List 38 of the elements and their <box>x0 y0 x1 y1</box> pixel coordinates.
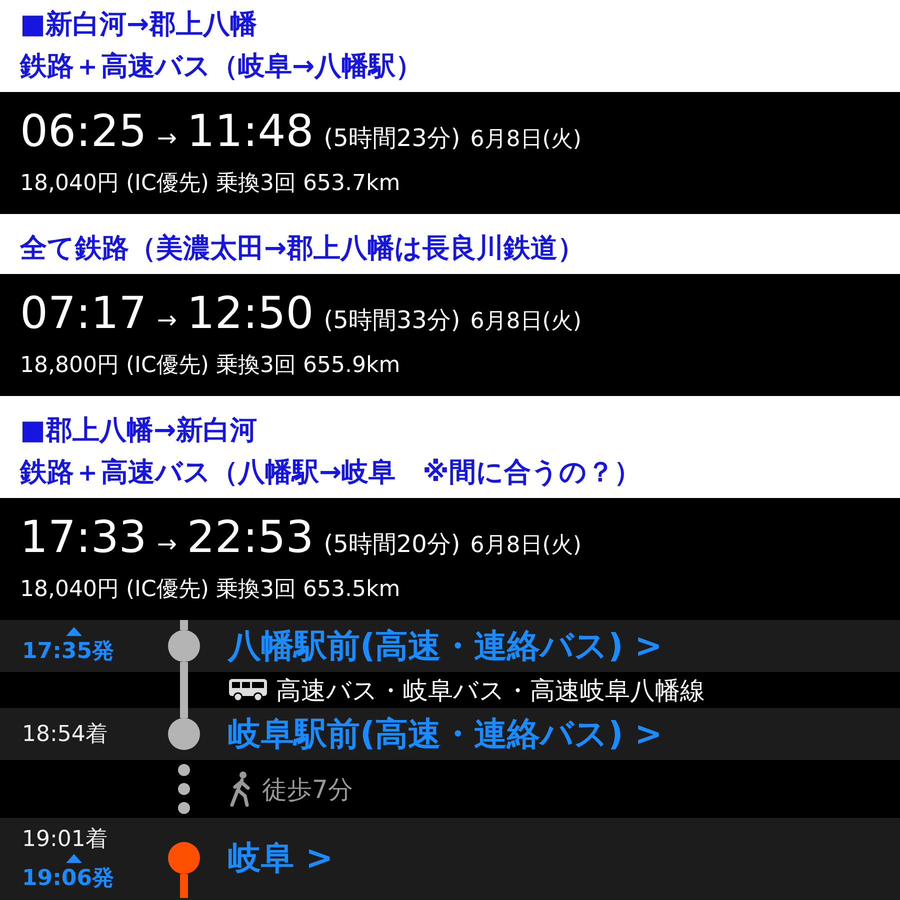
departure-time: 17:35発 <box>22 638 114 666</box>
departure-time: 19:06発 <box>22 864 114 892</box>
arrow-text: → <box>156 124 177 152</box>
triangle-icon <box>66 626 82 636</box>
station-link[interactable]: 岐阜 > <box>228 836 334 880</box>
arrival-time: 19:01着 <box>22 826 108 854</box>
section-heading: 鉄路＋高速バス（八幡駅→岐阜 ※間に合うの？） <box>20 456 642 490</box>
triangle-icon <box>66 854 82 862</box>
duration-text: (5時間23分) <box>324 123 460 154</box>
date-text: 6月8日(火) <box>470 532 582 560</box>
departure-time: 07:17 <box>20 287 147 341</box>
arrival-time: 12:50 <box>186 287 314 341</box>
station-link[interactable]: 八幡駅前(高速・連絡バス) > <box>228 624 662 668</box>
route-summary: 18,800円 (IC優先) 乗換3回 655.9km <box>20 352 402 380</box>
arrow-text: → <box>156 306 177 334</box>
arrival-time: 18:54着 <box>22 721 108 749</box>
duration-text: (5時間20分) <box>324 529 460 560</box>
section-heading: 鉄路＋高速バス（岐阜→八幡駅） <box>20 50 424 84</box>
section-heading: 全て鉄路（美濃太田→郡上八幡は長良川鉄道） <box>20 232 586 266</box>
route-card[interactable]: 06:25 → 11:48 (5時間23分) 6月8日(火) 18,040円 (IC優先) 乗換3回 653.7km <box>0 92 900 214</box>
route-summary: 18,040円 (IC優先) 乗換3回 653.7km <box>20 170 402 198</box>
section-heading: ■新白河→郡上八幡 <box>20 8 258 42</box>
route-card[interactable]: 17:33 → 22:53 (5時間20分) 6月8日(火) 18,040円 (IC優先) 乗換3回 653.5km <box>0 498 900 620</box>
walk-time-text: 徒歩7分 <box>262 774 353 806</box>
arrival-time: 11:48 <box>186 105 314 159</box>
route-card[interactable]: 07:17 → 12:50 (5時間33分) 6月8日(火) 18,800円 (IC優先) 乗換3回 655.9km <box>0 274 900 396</box>
bus-icon <box>228 678 268 702</box>
section-heading: ■郡上八幡→新白河 <box>20 414 258 448</box>
date-text: 6月8日(火) <box>470 308 582 336</box>
arrival-time: 22:53 <box>186 511 314 565</box>
departure-time: 06:25 <box>20 105 147 159</box>
departure-time: 17:33 <box>20 511 147 565</box>
duration-text: (5時間33分) <box>324 305 460 336</box>
arrow-text: → <box>156 530 177 558</box>
date-text: 6月8日(火) <box>470 126 582 154</box>
station-link[interactable]: 岐阜駅前(高速・連絡バス) > <box>228 712 662 756</box>
route-summary: 18,040円 (IC優先) 乗換3回 653.5km <box>20 576 402 604</box>
bus-line-text: 高速バス・岐阜バス・高速岐阜八幡線 <box>276 674 705 706</box>
